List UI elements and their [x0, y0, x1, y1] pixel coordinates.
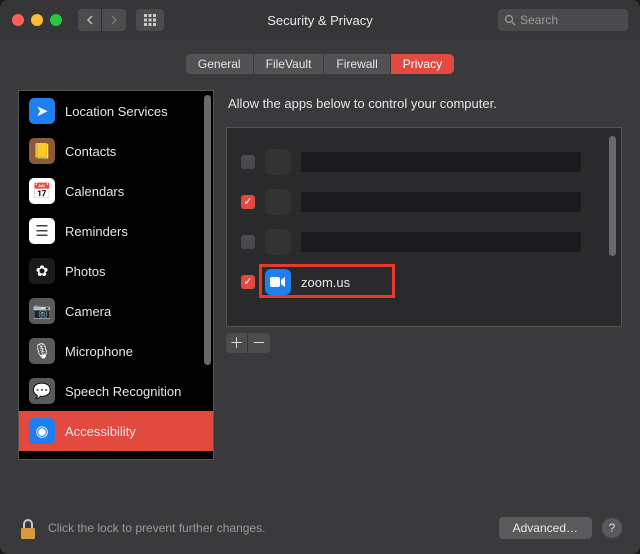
sidebar-item-photos[interactable]: ✿ Photos [19, 251, 213, 291]
content-area: ➤ Location Services 📒 Contacts 📅 Calenda… [0, 74, 640, 508]
sidebar-scrollbar[interactable] [203, 93, 211, 457]
remove-app-button[interactable]: － [248, 333, 270, 353]
search-icon [504, 14, 516, 26]
sidebar-scroll-thumb[interactable] [204, 95, 211, 365]
app-checkbox[interactable] [241, 195, 255, 209]
microphone-icon: 🎙 [29, 338, 55, 364]
sidebar-item-label: Accessibility [65, 424, 136, 439]
back-button[interactable] [78, 9, 102, 31]
add-app-button[interactable]: ＋ [226, 333, 248, 353]
app-checkbox[interactable] [241, 275, 255, 289]
zoom-icon[interactable] [50, 14, 62, 26]
app-icon [265, 229, 291, 255]
app-icon [265, 189, 291, 215]
sidebar-item-accessibility[interactable]: ◉ Accessibility [19, 411, 213, 451]
tab-filevault[interactable]: FileVault [254, 54, 325, 74]
sidebar-item-contacts[interactable]: 📒 Contacts [19, 131, 213, 171]
tab-general[interactable]: General [186, 54, 254, 74]
window-controls [12, 14, 62, 26]
location-icon: ➤ [29, 98, 55, 124]
app-row[interactable] [227, 182, 621, 222]
sidebar-item-label: Contacts [65, 144, 116, 159]
app-checkbox[interactable] [241, 235, 255, 249]
app-name-redacted [301, 192, 581, 212]
tab-privacy[interactable]: Privacy [391, 54, 454, 74]
sidebar-item-label: Reminders [65, 224, 128, 239]
pane-description: Allow the apps below to control your com… [226, 90, 622, 121]
highlight-box [259, 264, 395, 298]
sidebar-item-label: Calendars [65, 184, 124, 199]
reminders-icon: ☰ [29, 218, 55, 244]
sidebar-item-camera[interactable]: 📷 Camera [19, 291, 213, 331]
sidebar-item-label: Microphone [65, 344, 133, 359]
sidebar-item-calendars[interactable]: 📅 Calendars [19, 171, 213, 211]
sidebar-item-label: Speech Recognition [65, 384, 181, 399]
minimize-icon[interactable] [31, 14, 43, 26]
camera-icon: 📷 [29, 298, 55, 324]
sidebar-item-label: Camera [65, 304, 111, 319]
contacts-icon: 📒 [29, 138, 55, 164]
chevron-left-icon [86, 15, 94, 25]
sidebar-item-microphone[interactable]: 🎙 Microphone [19, 331, 213, 371]
titlebar: Security & Privacy Search [0, 0, 640, 40]
accessibility-icon: ◉ [29, 418, 55, 444]
photos-icon: ✿ [29, 258, 55, 284]
main-pane: Allow the apps below to control your com… [226, 90, 622, 498]
app-icon [265, 149, 291, 175]
speech-icon: 💬 [29, 378, 55, 404]
app-row[interactable] [227, 222, 621, 262]
sidebar-item-speech[interactable]: 💬 Speech Recognition [19, 371, 213, 411]
applist-scroll-thumb[interactable] [609, 136, 616, 256]
tab-group: General FileVault Firewall Privacy [186, 54, 454, 74]
search-placeholder: Search [520, 13, 558, 27]
advanced-button[interactable]: Advanced… [499, 517, 592, 539]
show-all-button[interactable] [136, 9, 164, 31]
lock-button[interactable] [18, 516, 38, 540]
app-row[interactable] [227, 142, 621, 182]
tab-firewall[interactable]: Firewall [324, 54, 390, 74]
nav-buttons [78, 9, 126, 31]
chevron-right-icon [110, 15, 118, 25]
sidebar-item-location[interactable]: ➤ Location Services [19, 91, 213, 131]
app-row-zoom[interactable]: zoom.us [227, 262, 621, 302]
app-name-redacted [301, 152, 581, 172]
sidebar-item-reminders[interactable]: ☰ Reminders [19, 211, 213, 251]
sidebar-item-label: Location Services [65, 104, 168, 119]
footer: Click the lock to prevent further change… [0, 508, 640, 554]
close-icon[interactable] [12, 14, 24, 26]
app-checkbox[interactable] [241, 155, 255, 169]
help-button[interactable]: ? [602, 518, 622, 538]
preferences-window: Security & Privacy Search General FileVa… [0, 0, 640, 554]
privacy-sidebar: ➤ Location Services 📒 Contacts 📅 Calenda… [18, 90, 214, 460]
calendar-icon: 📅 [29, 178, 55, 204]
search-input[interactable]: Search [498, 9, 628, 31]
forward-button[interactable] [102, 9, 126, 31]
grid-icon [143, 13, 157, 27]
add-remove-controls: ＋ － [226, 333, 622, 353]
app-list: zoom.us [226, 127, 622, 327]
lock-hint-text: Click the lock to prevent further change… [48, 521, 489, 535]
lock-icon [19, 518, 37, 540]
app-name-redacted [301, 232, 581, 252]
applist-scrollbar[interactable] [611, 130, 619, 324]
tab-bar: General FileVault Firewall Privacy [0, 54, 640, 74]
sidebar-item-label: Photos [65, 264, 105, 279]
